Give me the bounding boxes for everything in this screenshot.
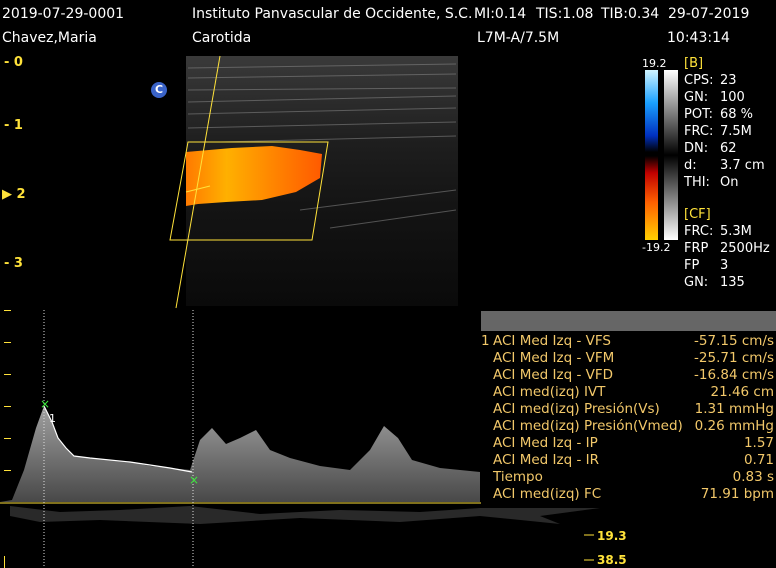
measurement-label: ACI med(izq) Presión(Vmed) — [493, 418, 683, 434]
b-param-value: 62 — [720, 141, 737, 156]
cf-param-label: GN: — [684, 275, 709, 290]
b-mode-title: [B] — [684, 56, 704, 71]
b-param-label: POT: — [684, 107, 713, 122]
depth-label-0: 0 — [13, 55, 23, 70]
depth-label-3: 3 — [13, 256, 23, 271]
measurement-value: 1.31 mmHg — [694, 401, 774, 417]
depth-tick-0: - 0 — [4, 55, 23, 70]
probe-name: L7M-A/7.5M — [477, 30, 560, 46]
caliper-marker-psv[interactable]: × — [40, 397, 50, 411]
measurement-panel: 1 ACI Med Izq - VFS -57.15 cm/s ACI Med Iz… — [481, 333, 776, 505]
measurement-label: ACI med(izq) Presión(Vs) — [493, 401, 660, 417]
grayscale-bar — [664, 70, 678, 240]
depth-tick-1: - 1 — [4, 118, 23, 133]
measurement-label: ACI med(izq) IVT — [493, 384, 606, 400]
b-param-value: 68 % — [720, 107, 754, 122]
measurement-value: 0.26 mmHg — [694, 418, 774, 434]
doppler-below-baseline — [10, 506, 600, 524]
caliper-marker-edv[interactable]: × — [189, 473, 199, 487]
measurement-value: -16.84 cm/s — [694, 367, 774, 383]
b-param-label: CPS: — [684, 73, 714, 88]
exam-id: 2019-07-29-0001 — [2, 6, 125, 22]
measurement-label: ACI Med Izq - IR — [493, 452, 599, 468]
velocity-bar-positive — [645, 156, 658, 240]
measurement-row[interactable]: ACI med(izq) Presión(Vmed) 0.26 mmHg — [481, 418, 776, 435]
b-param-value: On — [720, 175, 739, 190]
measurement-value: -57.15 cm/s — [694, 333, 774, 349]
b-param-value: 3.7 cm — [720, 158, 765, 173]
measurement-index: 1 — [481, 333, 490, 349]
b-param-label: DN: — [684, 141, 709, 156]
measurement-value: 71.91 bpm — [700, 486, 774, 502]
doppler-scale-ticks — [4, 310, 11, 568]
exam-time: 10:43:14 — [667, 30, 730, 46]
b-param-label: GN: — [684, 90, 709, 105]
measurement-label: ACI Med Izq - IP — [493, 435, 598, 451]
depth-tick-2: ▶ 2 — [2, 187, 26, 202]
cf-param-label: FRC: — [684, 224, 714, 239]
measurement-row[interactable]: ACI med(izq) IVT 21.46 cm — [481, 384, 776, 401]
b-param-value: 100 — [720, 90, 745, 105]
measurement-label: ACI Med Izq - VFS — [493, 333, 611, 349]
measurement-label: Tiempo — [493, 469, 543, 485]
mi-value: MI:0.14 — [474, 6, 527, 22]
tis-value: TIS:1.08 — [536, 6, 594, 22]
measurement-value: -25.71 cm/s — [694, 350, 774, 366]
cf-param-label: FP — [684, 258, 700, 273]
b-param-label: THI: — [684, 175, 710, 190]
measurement-panel-header — [481, 311, 776, 331]
tib-value: TIB:0.34 — [601, 6, 660, 22]
b-param-label: d: — [684, 158, 697, 173]
cf-param-value: 3 — [720, 258, 729, 273]
velocity-label-1: 19.3 — [597, 529, 627, 543]
measurement-value: 0.71 — [743, 452, 774, 468]
measurement-row[interactable]: 1 ACI Med Izq - VFS -57.15 cm/s — [481, 333, 776, 350]
exam-date: 29-07-2019 — [668, 6, 750, 22]
patient-name: Chavez,Maria — [2, 30, 97, 46]
measurement-label: ACI med(izq) FC — [493, 486, 602, 502]
measurement-value: 1.57 — [743, 435, 774, 451]
institution-name: Instituto Panvascular de Occidente, S.C. — [192, 6, 473, 22]
color-bar-min: -19.2 — [642, 241, 671, 254]
measurement-row[interactable]: ACI Med Izq - VFD -16.84 cm/s — [481, 367, 776, 384]
depth-tick-3: - 3 — [4, 256, 23, 271]
cf-mode-title: [CF] — [684, 207, 711, 222]
color-mode-badge: C — [151, 82, 167, 98]
measurement-value: 21.46 cm — [710, 384, 774, 400]
color-bar-max: 19.2 — [642, 57, 667, 70]
measurement-row[interactable]: ACI Med Izq - IR 0.71 — [481, 452, 776, 469]
b-mode-image[interactable] — [0, 50, 480, 312]
depth-label-2: 2 — [16, 187, 26, 202]
cf-param-value: 2500Hz — [720, 241, 770, 256]
cf-param-label: FRP — [684, 241, 709, 256]
b-param-value: 23 — [720, 73, 737, 88]
measurement-row[interactable]: ACI med(izq) Presión(Vs) 1.31 mmHg — [481, 401, 776, 418]
measurement-row[interactable]: ACI Med Izq - VFM -25.71 cm/s — [481, 350, 776, 367]
cf-param-value: 135 — [720, 275, 745, 290]
measurement-value: 0.83 s — [732, 469, 774, 485]
exam-type: Carotida — [192, 30, 252, 46]
velocity-label-2: 38.5 — [597, 553, 627, 567]
measurement-row[interactable]: Tiempo 0.83 s — [481, 469, 776, 486]
velocity-bar-negative — [645, 70, 658, 152]
cf-param-value: 5.3M — [720, 224, 752, 239]
b-param-value: 7.5M — [720, 124, 752, 139]
measurement-row[interactable]: ACI med(izq) FC 71.91 bpm — [481, 486, 776, 503]
depth-label-1: 1 — [13, 118, 23, 133]
measurement-row[interactable]: ACI Med Izq - IP 1.57 — [481, 435, 776, 452]
caliper-index: 1 — [49, 412, 56, 425]
measurement-label: ACI Med Izq - VFM — [493, 350, 615, 366]
measurement-label: ACI Med Izq - VFD — [493, 367, 613, 383]
b-param-label: FRC: — [684, 124, 714, 139]
